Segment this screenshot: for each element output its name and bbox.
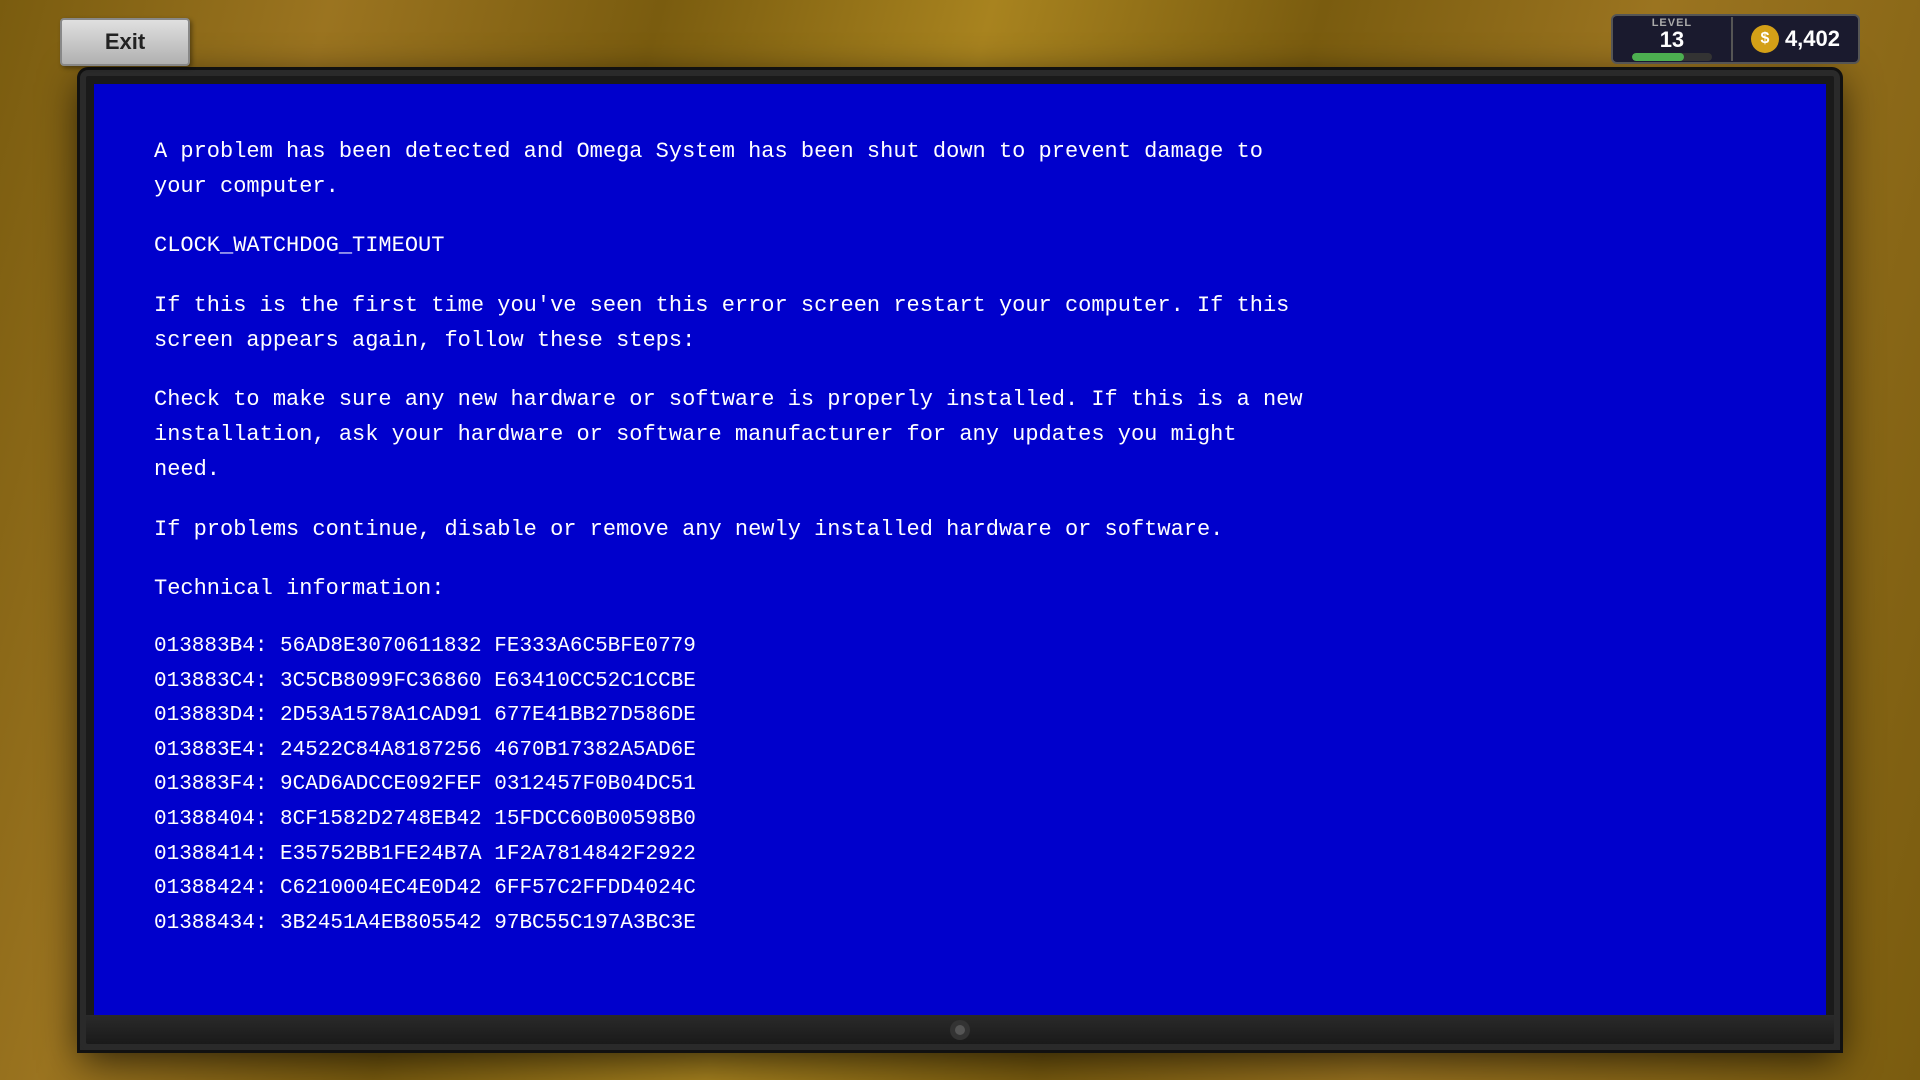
bsod-line2: your computer. <box>154 174 339 199</box>
bsod-para2: Check to make sure any new hardware or s… <box>154 382 1766 488</box>
bsod-error-code-block: CLOCK_WATCHDOG_TIMEOUT <box>154 228 1766 263</box>
table-row: 013883D4: 2D53A1578A1CAD91 677E41BB27D58… <box>154 699 1766 734</box>
table-row: 01388414: E35752BB1FE24B7A 1F2A7814842F2… <box>154 838 1766 873</box>
monitor-bezel: A problem has been detected and Omega Sy… <box>94 84 1826 1036</box>
bsod-para2-text: Check to make sure any new hardware or s… <box>154 387 1303 482</box>
bsod-screen: A problem has been detected and Omega Sy… <box>94 84 1826 1036</box>
bsod-para3-text: If problems continue, disable or remove … <box>154 517 1223 542</box>
table-row: 01388424: C6210004EC4E0D42 6FF57C2FFDD40… <box>154 872 1766 907</box>
bsod-para3: If problems continue, disable or remove … <box>154 512 1766 547</box>
monitor-power-dot <box>955 1025 965 1035</box>
table-row: 01388434: 3B2451A4EB805542 97BC55C197A3B… <box>154 907 1766 942</box>
table-row: 013883C4: 3C5CB8099FC36860 E63410CC52C1C… <box>154 665 1766 700</box>
table-row: 013883F4: 9CAD6ADCCE092FEF 0312457F0B04D… <box>154 768 1766 803</box>
monitor-stand <box>80 1015 1840 1050</box>
dollar-symbol: $ <box>1760 30 1769 48</box>
tech-info-block: Technical information: 013883B4: 56AD8E3… <box>154 571 1766 942</box>
bsod-intro: A problem has been detected and Omega Sy… <box>154 134 1766 204</box>
monitor-indicator <box>950 1020 970 1040</box>
xp-fill <box>1632 53 1684 61</box>
tech-label: Technical information: <box>154 576 444 601</box>
xp-bar <box>1632 53 1712 61</box>
bsod-para1: If this is the first time you've seen th… <box>154 288 1766 358</box>
tech-rows: 013883B4: 56AD8E3070611832 FE333A6C5BFE0… <box>154 630 1766 942</box>
bsod-para1-text: If this is the first time you've seen th… <box>154 293 1289 353</box>
hud-level: LEVEL 13 <box>1613 17 1733 61</box>
level-number: 13 <box>1660 29 1684 51</box>
bsod-line1: A problem has been detected and Omega Sy… <box>154 139 1263 164</box>
table-row: 013883E4: 24522C84A8187256 4670B17382A5A… <box>154 734 1766 769</box>
hud-panel: LEVEL 13 $ 4,402 <box>1611 14 1860 64</box>
hud-money: $ 4,402 <box>1733 25 1858 53</box>
table-row: 013883B4: 56AD8E3070611832 FE333A6C5BFE0… <box>154 630 1766 665</box>
money-amount: 4,402 <box>1785 26 1840 52</box>
dollar-icon: $ <box>1751 25 1779 53</box>
bsod-error-code: CLOCK_WATCHDOG_TIMEOUT <box>154 233 444 258</box>
table-row: 01388404: 8CF1582D2748EB42 15FDCC60B0059… <box>154 803 1766 838</box>
exit-button[interactable]: Exit <box>60 18 190 66</box>
monitor-frame: A problem has been detected and Omega Sy… <box>80 70 1840 1050</box>
